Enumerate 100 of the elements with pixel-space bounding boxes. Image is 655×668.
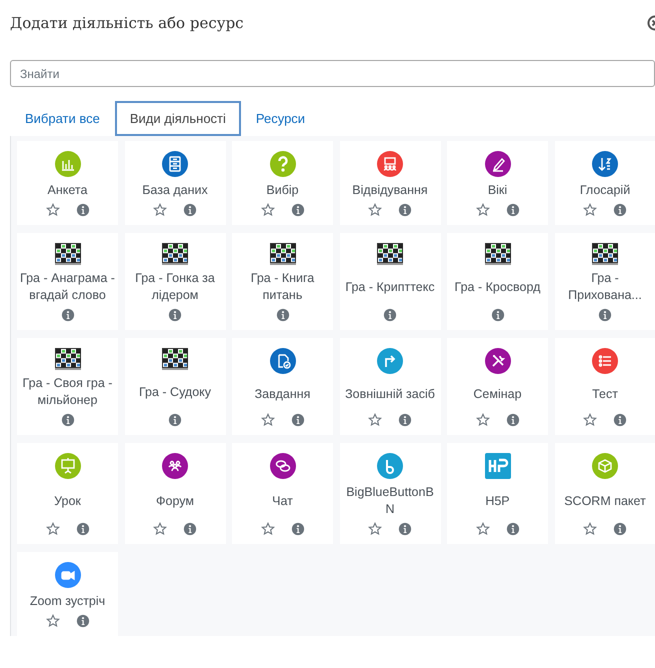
info-icon[interactable] [76, 203, 90, 217]
activity-card[interactable]: BigBlueButtonBN [340, 443, 440, 544]
star-icon[interactable] [476, 413, 490, 427]
activity-card[interactable]: Чат [232, 443, 333, 544]
info-icon[interactable] [383, 308, 397, 322]
star-icon[interactable] [476, 203, 490, 217]
info-icon[interactable] [613, 413, 627, 427]
cabinet-icon [162, 151, 188, 177]
checkerboard-icon [484, 243, 510, 265]
info-icon[interactable] [290, 522, 304, 536]
checkerboard-icon [162, 348, 188, 370]
activity-name: H5P [485, 492, 510, 510]
info-icon[interactable] [290, 203, 304, 217]
info-icon[interactable] [613, 522, 627, 536]
activity-card[interactable]: Форум [124, 443, 226, 544]
activity-name: Гра - Судоку [138, 384, 212, 401]
info-icon[interactable] [60, 308, 74, 322]
checkerboard-icon [162, 243, 188, 265]
star-icon[interactable] [583, 522, 597, 536]
info-icon[interactable] [398, 413, 412, 427]
activity-card[interactable]: Гра - Анаграма - вгадай слово [17, 233, 118, 330]
activity-card[interactable]: Гра - Гонка за лідером [124, 233, 226, 330]
star-icon[interactable] [153, 203, 167, 217]
activity-name: Гра - Анаграма - вгадай слово [20, 270, 115, 304]
activity-name: Глосарій [580, 182, 630, 199]
search-field[interactable]: Знайти [10, 60, 655, 87]
activity-name: Гра - Прихована... [567, 270, 643, 304]
list-icon [592, 348, 618, 374]
activity-name: Форум [156, 492, 194, 510]
star-icon[interactable] [583, 203, 597, 217]
checkerboard-icon [270, 243, 296, 265]
h5p-logo-icon [484, 453, 510, 479]
audience-icon [377, 151, 403, 177]
star-icon[interactable] [368, 413, 382, 427]
activity-card[interactable]: Гра - Судоку [124, 338, 226, 435]
info-icon[interactable] [290, 413, 304, 427]
star-icon[interactable] [368, 203, 382, 217]
checkerboard-icon [592, 243, 618, 265]
tab[interactable]: Види діяльності [114, 101, 241, 136]
info-icon[interactable] [506, 203, 520, 217]
info-icon[interactable] [168, 413, 182, 427]
cube-icon [592, 453, 618, 479]
info-icon[interactable] [490, 308, 504, 322]
activity-card[interactable]: Вибір [232, 141, 333, 225]
activity-card[interactable]: Відвідування [340, 141, 440, 225]
activity-card[interactable]: SCORM пакет [554, 443, 655, 544]
document-check-icon [270, 348, 296, 374]
info-icon[interactable] [613, 203, 627, 217]
activity-name: Гра - Гонка за лідером [134, 270, 216, 304]
info-icon[interactable] [598, 308, 612, 322]
star-icon[interactable] [153, 522, 167, 536]
info-icon[interactable] [76, 614, 90, 628]
star-icon[interactable] [583, 413, 597, 427]
activity-card[interactable]: База даних [124, 141, 226, 225]
star-icon[interactable] [46, 203, 60, 217]
info-icon[interactable] [276, 308, 290, 322]
activity-card[interactable]: Семінар [447, 338, 548, 435]
activity-name: Вікі [488, 182, 508, 199]
info-icon[interactable] [76, 522, 90, 536]
star-icon[interactable] [476, 522, 490, 536]
activity-card[interactable]: Гра - Прихована... [554, 233, 655, 330]
tab[interactable]: Ресурси [240, 101, 320, 136]
activity-card[interactable]: Гра - Своя гра - мільйонер [17, 338, 118, 435]
info-icon[interactable] [398, 522, 412, 536]
activity-card[interactable]: Глосарій [554, 141, 655, 225]
activity-card[interactable]: Гра - Кросворд [447, 233, 548, 330]
star-icon[interactable] [260, 522, 274, 536]
star-icon[interactable] [260, 413, 274, 427]
info-icon[interactable] [506, 413, 520, 427]
activity-card[interactable]: Анкета [17, 141, 118, 225]
activity-card[interactable]: Зовнішній засіб [340, 338, 440, 435]
activity-name: Відвідування [352, 182, 428, 199]
star-icon[interactable] [260, 203, 274, 217]
info-icon[interactable] [183, 203, 197, 217]
activity-card[interactable]: Вікі [447, 141, 548, 225]
star-icon[interactable] [46, 522, 60, 536]
activity-name: Чат [272, 492, 293, 510]
activity-card[interactable]: Гра - Крипттекс [340, 233, 440, 330]
activity-name: База даних [142, 182, 208, 199]
tab[interactable]: Вибрати все [10, 101, 115, 136]
info-icon[interactable] [506, 522, 520, 536]
activity-name: Семінар [473, 386, 522, 403]
info-icon[interactable] [60, 413, 74, 427]
bar-chart-icon [54, 151, 80, 177]
activity-name: BigBlueButtonBN [345, 484, 435, 518]
activity-card[interactable]: Гра - Книга питань [232, 233, 333, 330]
info-icon[interactable] [398, 203, 412, 217]
activity-card[interactable]: Zoom зустріч [17, 552, 118, 636]
activity-card[interactable]: Завдання [232, 338, 333, 435]
star-icon[interactable] [46, 614, 60, 628]
activity-card[interactable]: Урок [17, 443, 118, 544]
speech-bubbles-icon [270, 453, 296, 479]
activity-name: Урок [54, 492, 81, 510]
info-icon[interactable] [183, 522, 197, 536]
activity-name: Гра - Крипттекс [345, 278, 435, 296]
activity-card[interactable]: H5P [447, 443, 548, 544]
info-icon[interactable] [168, 308, 182, 322]
checkerboard-icon [54, 348, 80, 370]
activity-card[interactable]: Тест [554, 338, 655, 435]
star-icon[interactable] [368, 522, 382, 536]
